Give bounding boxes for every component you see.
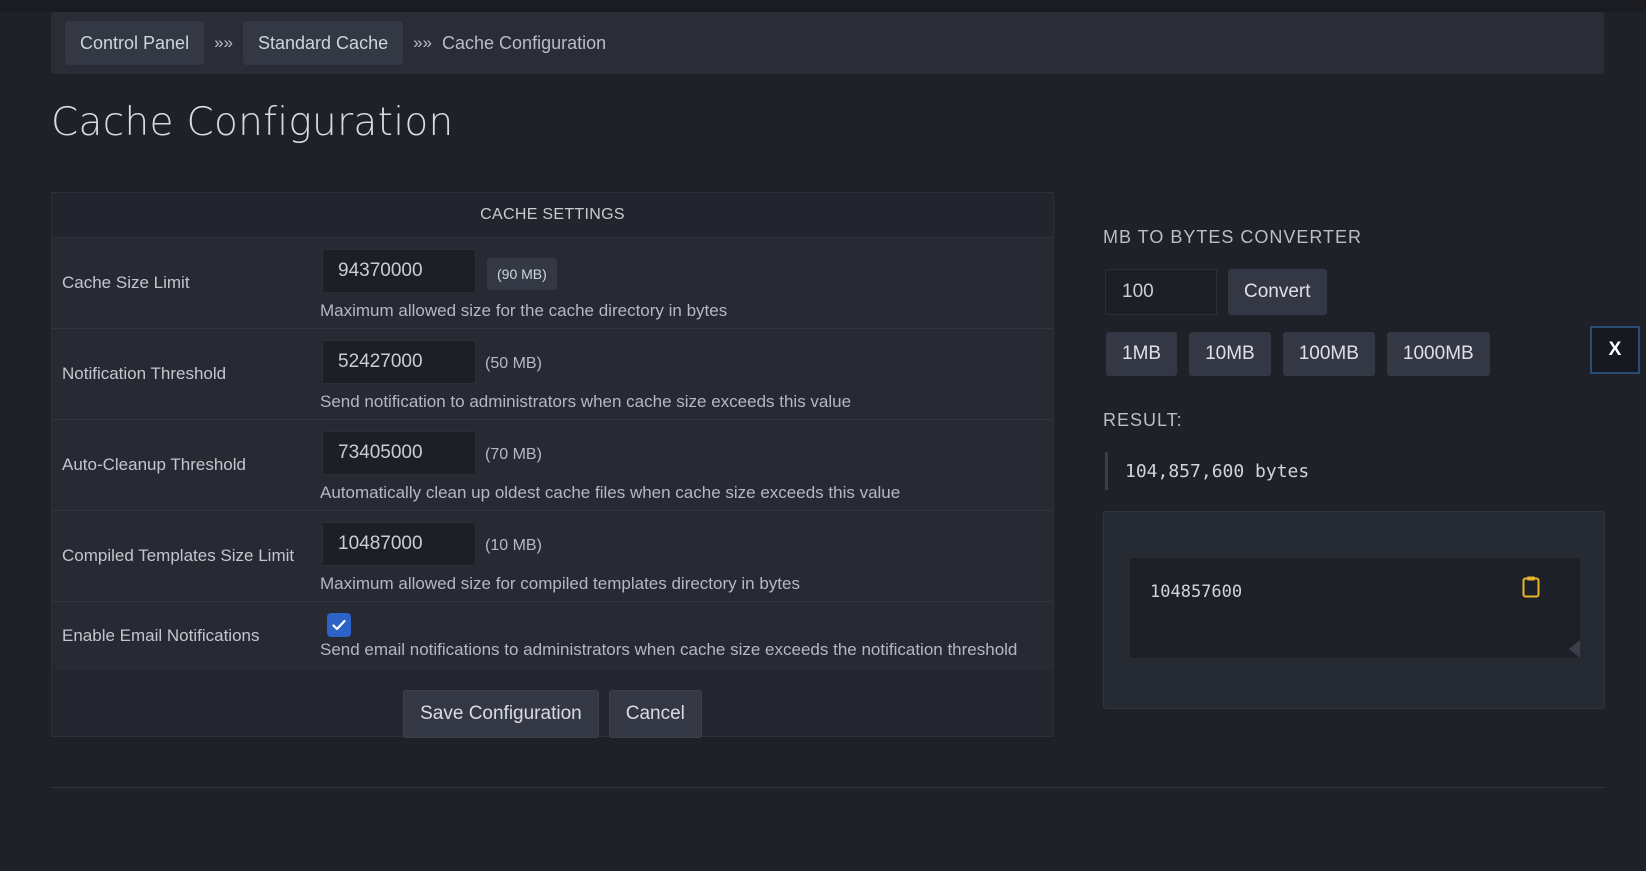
setting-help-text: Automatically clean up oldest cache file…	[320, 483, 901, 502]
setting-row-auto-cleanup-threshold: Auto-Cleanup Threshold 73405000 (70 MB) …	[52, 420, 1053, 511]
notification-threshold-input[interactable]: 52427000	[322, 340, 476, 384]
form-actions: Save Configuration Cancel	[52, 690, 1053, 738]
setting-row-notification-threshold: Notification Threshold 52427000 (50 MB) …	[52, 329, 1053, 420]
resize-handle-icon[interactable]	[1566, 640, 1580, 658]
cancel-button[interactable]: Cancel	[608, 690, 702, 738]
breadcrumb-separator: »»	[214, 33, 233, 52]
footer-divider	[51, 787, 1604, 788]
save-configuration-button[interactable]: Save Configuration	[403, 690, 599, 738]
mb-input[interactable]: 100	[1105, 269, 1217, 315]
mb-hint: (10 MB)	[485, 537, 542, 554]
breadcrumb: Control Panel »» Standard Cache »» Cache…	[51, 12, 1604, 74]
preset-1mb-button[interactable]: 1MB	[1106, 332, 1178, 376]
setting-row-cache-size-limit: Cache Size Limit 94370000 (90 MB) Maximu…	[52, 238, 1053, 329]
setting-label: Compiled Templates Size Limit	[62, 546, 295, 565]
preset-100mb-button[interactable]: 100MB	[1282, 332, 1375, 376]
setting-help-text: Maximum allowed size for the cache direc…	[320, 301, 728, 320]
setting-label: Notification Threshold	[62, 364, 227, 383]
check-icon	[332, 619, 346, 631]
converter-title: MB TO BYTES CONVERTER	[1103, 227, 1363, 247]
cache-size-limit-input[interactable]: 94370000	[322, 249, 476, 293]
breadcrumb-separator: »»	[413, 33, 433, 52]
setting-label: Enable Email Notifications	[62, 626, 260, 645]
page-title: Cache Configuration	[51, 100, 454, 145]
preset-1000mb-button[interactable]: 1000MB	[1386, 332, 1490, 376]
convert-button[interactable]: Convert	[1228, 269, 1327, 315]
mb-hint: (70 MB)	[485, 446, 542, 463]
setting-row-enable-email-notifications: Enable Email Notifications Send email no…	[52, 602, 1053, 670]
setting-row-compiled-templates-size-limit: Compiled Templates Size Limit 10487000 (…	[52, 511, 1053, 602]
setting-help-text: Send email notifications to administrato…	[320, 640, 1018, 659]
close-button[interactable]: X	[1590, 326, 1640, 374]
setting-label: Cache Size Limit	[62, 273, 190, 292]
result-value: 104,857,600 bytes	[1105, 452, 1309, 490]
raw-result-panel: 104857600	[1103, 511, 1605, 709]
compiled-templates-size-limit-input[interactable]: 10487000	[322, 522, 476, 566]
mb-badge: (90 MB)	[487, 258, 557, 290]
breadcrumb-current: Cache Configuration	[442, 32, 607, 53]
cache-settings-panel: CACHE SETTINGS Cache Size Limit 94370000…	[51, 192, 1054, 738]
breadcrumb-standard-cache[interactable]: Standard Cache	[243, 21, 404, 65]
result-label: RESULT:	[1103, 410, 1183, 430]
setting-label: Auto-Cleanup Threshold	[62, 455, 246, 474]
breadcrumb-control-panel[interactable]: Control Panel	[65, 21, 205, 65]
preset-10mb-button[interactable]: 10MB	[1189, 332, 1271, 376]
top-strip	[0, 0, 1646, 12]
mb-hint: (50 MB)	[485, 355, 542, 372]
setting-help-text: Send notification to administrators when…	[320, 392, 852, 411]
setting-help-text: Maximum allowed size for compiled templa…	[320, 574, 800, 593]
preset-buttons: 1MB 10MB 100MB 1000MB	[1106, 332, 1490, 376]
auto-cleanup-threshold-input[interactable]: 73405000	[322, 431, 476, 475]
email-notifications-checkbox[interactable]	[327, 613, 351, 637]
raw-result-box: 104857600	[1130, 558, 1580, 658]
cache-settings-header: CACHE SETTINGS	[52, 193, 1053, 238]
raw-result-value: 104857600	[1150, 582, 1243, 602]
clipboard-icon[interactable]	[1522, 576, 1540, 598]
